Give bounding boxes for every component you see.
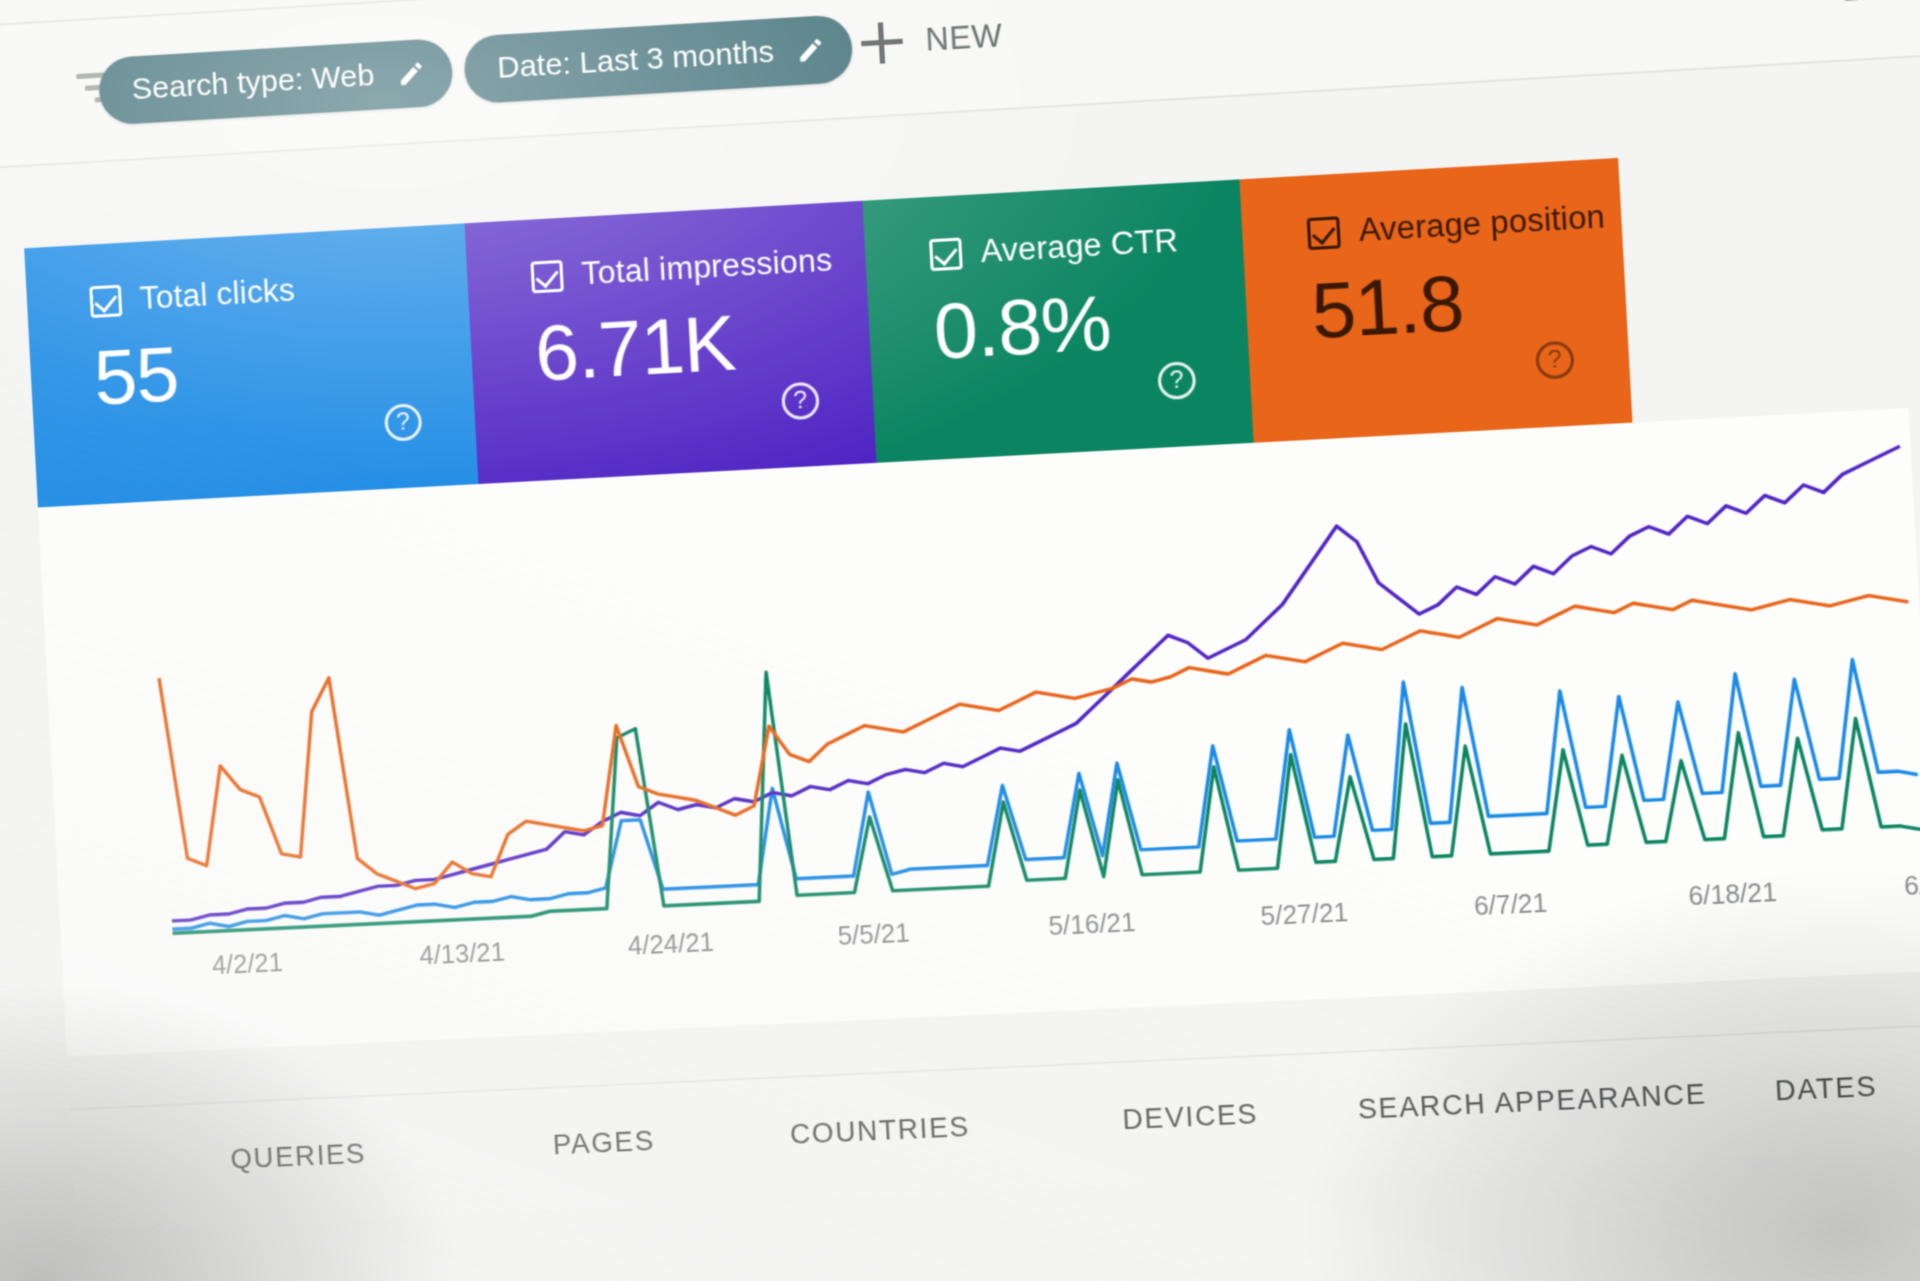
checkbox-icon[interactable] <box>928 236 963 271</box>
metric-value: 51.8 <box>1309 259 1466 356</box>
metric-card-header: Average position <box>1306 197 1622 252</box>
plus-icon <box>860 21 904 65</box>
chip-date-range-label: Date: Last 3 months <box>496 34 775 86</box>
tab-queries[interactable]: QUERIES <box>230 1138 367 1176</box>
tab-dates[interactable]: DATES <box>1774 1071 1878 1108</box>
chart-series-total-impressions <box>152 446 1920 921</box>
checkbox-icon[interactable] <box>89 284 123 318</box>
x-axis-tick-label: 5/16/21 <box>1047 908 1137 942</box>
chart-series-average-position <box>159 589 1920 900</box>
x-axis-tick-label: 4/13/21 <box>418 938 506 971</box>
metric-label: Total impressions <box>580 241 834 292</box>
x-axis-tick-label: 5/27/21 <box>1259 898 1349 932</box>
new-filter-label: NEW <box>924 17 1004 58</box>
x-axis-tick-label: 6/18/21 <box>1687 878 1778 912</box>
photo-stage: Performance Search type: Web Date: Last … <box>0 0 1920 1281</box>
dimension-tabs: QUERIES PAGES COUNTRIES DEVICES SEARCH APPEA… <box>69 1023 1920 1231</box>
metric-card-header: Total impressions <box>530 240 866 296</box>
tab-pages[interactable]: PAGES <box>552 1125 656 1161</box>
x-axis-tick-label: 6/7/21 <box>1473 888 1549 922</box>
search-console-screen: Performance Search type: Web Date: Last … <box>0 0 1920 1281</box>
metric-card-header: Average CTR <box>928 219 1244 274</box>
metric-card-average-position[interactable]: Average position 51.8 ? <box>1239 157 1633 443</box>
tab-countries[interactable]: COUNTRIES <box>789 1111 971 1151</box>
last-updated-text: Last updated: 5 hour <box>1842 0 1920 8</box>
help-circle-icon[interactable]: ? <box>1157 361 1197 401</box>
pencil-icon[interactable] <box>396 59 426 89</box>
chip-search-type[interactable]: Search type: Web <box>97 37 454 126</box>
metric-card-average-ctr[interactable]: Average CTR 0.8% ? <box>862 179 1254 463</box>
metric-card-total-impressions[interactable]: Total impressions 6.71K ? <box>464 200 877 485</box>
x-axis-tick-label: 4/2/21 <box>211 948 284 981</box>
help-circle-icon[interactable]: ? <box>1534 340 1575 380</box>
tab-devices[interactable]: DEVICES <box>1122 1098 1259 1136</box>
metric-label: Total clicks <box>138 271 296 317</box>
checkbox-icon[interactable] <box>530 259 564 293</box>
new-filter-button[interactable]: NEW <box>860 15 1004 64</box>
pencil-icon[interactable] <box>796 35 827 65</box>
metric-value: 6.71K <box>532 299 738 398</box>
metric-label: Average CTR <box>979 222 1180 270</box>
metric-label: Average position <box>1357 198 1606 249</box>
performance-chart-panel: 4/2/21 4/13/21 4/24/21 5/5/21 5/16/21 5/27/21… <box>37 407 1920 1057</box>
x-axis-tick-label: 6/29/21 <box>1903 867 1920 902</box>
checkbox-icon[interactable] <box>1306 215 1341 250</box>
tab-search-appearance[interactable]: SEARCH APPEARANCE <box>1357 1078 1707 1126</box>
metric-value: 0.8% <box>931 278 1113 377</box>
filter-bar: Search type: Web Date: Last 3 months NEW… <box>0 0 1920 173</box>
metric-card-total-clicks[interactable]: Total clicks 55 ? <box>24 223 479 508</box>
metric-value: 55 <box>91 330 181 422</box>
metric-card-header: Total clicks <box>89 262 468 320</box>
x-axis-tick-label: 4/24/21 <box>627 928 715 961</box>
help-circle-icon[interactable]: ? <box>780 381 821 421</box>
chip-search-type-label: Search type: Web <box>130 58 376 107</box>
chip-date-range[interactable]: Date: Last 3 months <box>462 13 855 105</box>
x-axis-tick-label: 5/5/21 <box>836 918 911 952</box>
help-circle-icon[interactable]: ? <box>383 403 423 442</box>
